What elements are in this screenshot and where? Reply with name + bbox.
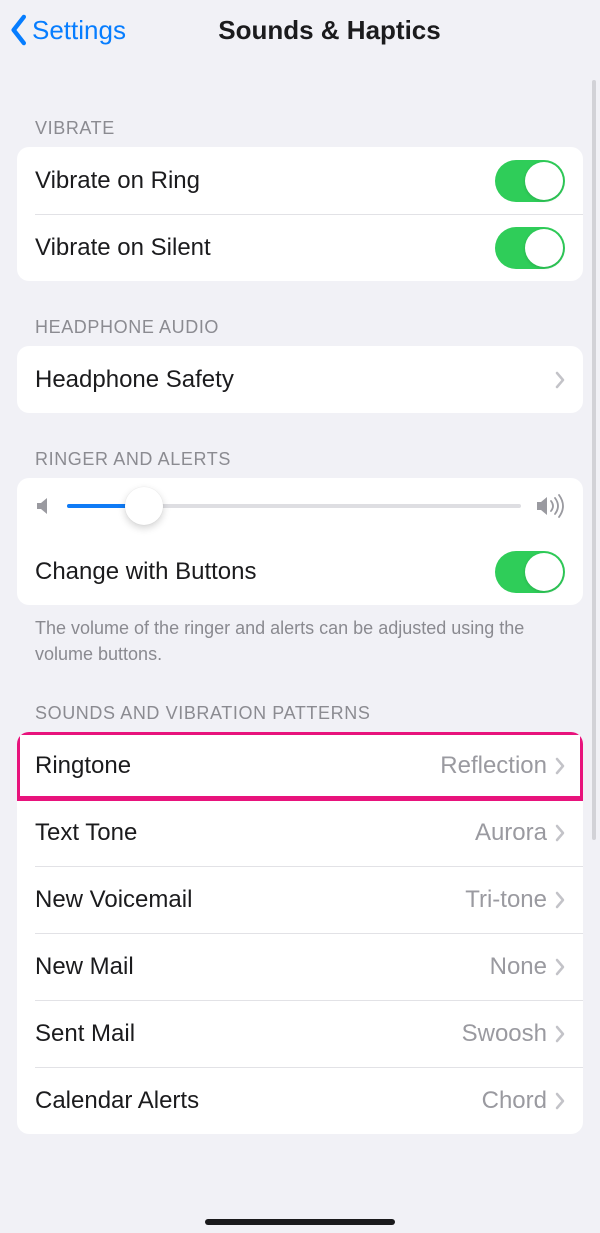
text-tone-row[interactable]: Text Tone Aurora	[17, 799, 583, 866]
row-value: Tri-tone	[465, 886, 547, 914]
section-header-headphone: HEADPHONE AUDIO	[17, 281, 583, 346]
vibrate-card: Vibrate on Ring Vibrate on Silent	[17, 147, 583, 281]
new-voicemail-row[interactable]: New Voicemail Tri-tone	[17, 866, 583, 933]
ringer-card: Change with Buttons	[17, 478, 583, 605]
row-label: Sent Mail	[35, 1020, 462, 1048]
volume-slider[interactable]	[67, 504, 521, 508]
section-header-ringer: RINGER AND ALERTS	[17, 413, 583, 478]
volume-slider-row	[17, 478, 583, 538]
row-label: Vibrate on Ring	[35, 167, 495, 195]
row-value: Chord	[482, 1087, 547, 1115]
toggle-switch[interactable]	[495, 551, 565, 593]
row-value: Aurora	[475, 819, 547, 847]
volume-low-icon	[35, 495, 53, 517]
row-label: Ringtone	[35, 752, 440, 780]
sounds-card: Ringtone Reflection Text Tone Aurora New…	[17, 732, 583, 1134]
toggle-switch[interactable]	[495, 227, 565, 269]
headphone-safety-row[interactable]: Headphone Safety	[17, 346, 583, 413]
chevron-right-icon	[555, 757, 565, 775]
new-mail-row[interactable]: New Mail None	[17, 933, 583, 1000]
toggle-switch[interactable]	[495, 160, 565, 202]
page-title: Sounds & Haptics	[126, 15, 533, 46]
sent-mail-row[interactable]: Sent Mail Swoosh	[17, 1000, 583, 1067]
vibrate-on-silent-row[interactable]: Vibrate on Silent	[17, 214, 583, 281]
row-label: Change with Buttons	[35, 558, 495, 586]
chevron-right-icon	[555, 824, 565, 842]
row-label: New Voicemail	[35, 886, 465, 914]
chevron-right-icon	[555, 371, 565, 389]
headphone-card: Headphone Safety	[17, 346, 583, 413]
back-label: Settings	[32, 15, 126, 46]
chevron-right-icon	[555, 1092, 565, 1110]
section-header-sounds: SOUNDS AND VIBRATION PATTERNS	[17, 667, 583, 732]
calendar-alerts-row[interactable]: Calendar Alerts Chord	[17, 1067, 583, 1134]
section-header-vibrate: VIBRATE	[17, 64, 583, 147]
vibrate-on-ring-row[interactable]: Vibrate on Ring	[17, 147, 583, 214]
header: Settings Sounds & Haptics	[0, 0, 600, 64]
slider-thumb[interactable]	[125, 487, 163, 525]
ringtone-row[interactable]: Ringtone Reflection	[17, 732, 583, 799]
change-with-buttons-row[interactable]: Change with Buttons	[17, 538, 583, 605]
row-value: Swoosh	[462, 1020, 547, 1048]
chevron-right-icon	[555, 958, 565, 976]
row-label: Text Tone	[35, 819, 475, 847]
row-value: None	[490, 953, 547, 981]
row-label: Calendar Alerts	[35, 1087, 482, 1115]
home-indicator[interactable]	[205, 1219, 395, 1225]
chevron-left-icon	[8, 14, 28, 46]
ringer-footer-text: The volume of the ringer and alerts can …	[17, 605, 583, 667]
volume-high-icon	[535, 494, 565, 518]
row-label: Vibrate on Silent	[35, 234, 495, 262]
row-label: Headphone Safety	[35, 366, 555, 394]
row-value: Reflection	[440, 752, 547, 780]
chevron-right-icon	[555, 1025, 565, 1043]
back-button[interactable]: Settings	[8, 14, 126, 46]
scroll-indicator[interactable]	[592, 80, 596, 840]
row-label: New Mail	[35, 953, 490, 981]
chevron-right-icon	[555, 891, 565, 909]
